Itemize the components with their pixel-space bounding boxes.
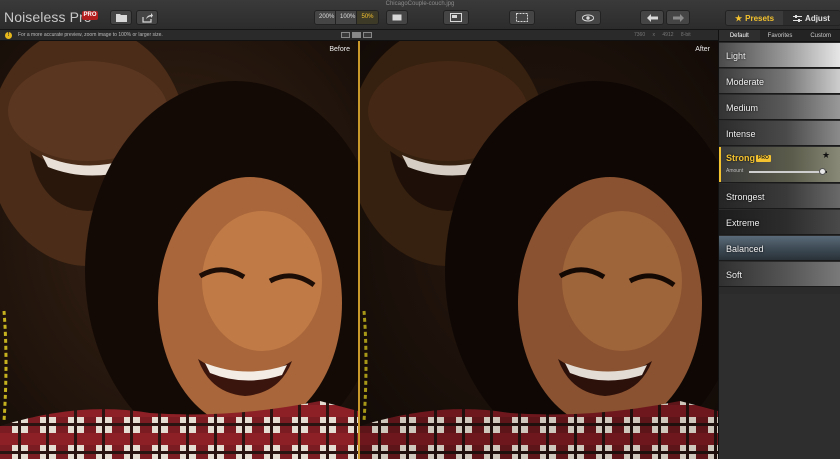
view-mode-switch (341, 32, 372, 38)
amount-slider[interactable] (749, 168, 827, 175)
app-name: Noiseless Pro (4, 9, 92, 25)
amount-slider-thumb[interactable] (819, 168, 827, 175)
preset-name: Medium (726, 103, 759, 113)
preset-balanced[interactable]: Balanced (719, 236, 840, 261)
panel-switch: ★ Presets Adjust (725, 10, 840, 26)
bit-depth: 8-bit (680, 32, 691, 38)
image-dimensions: 7360 x 4912 (634, 32, 674, 38)
amount-label: Amount (726, 168, 744, 174)
preset-extreme[interactable]: Extreme (719, 210, 840, 235)
tab-favorites[interactable]: Favorites (760, 30, 801, 41)
presets-panel: Default Favorites Custom Light Moderate … (718, 30, 840, 459)
preset-name: Strongest (726, 192, 765, 202)
info-icon: ! (5, 32, 12, 39)
share-icon (141, 12, 153, 23)
zoom-hint: For a more accurate preview, zoom image … (18, 32, 163, 38)
fit-screen-icon (392, 14, 402, 21)
undo-button[interactable] (640, 10, 664, 25)
zoom-100-button[interactable]: 100% (336, 11, 357, 24)
star-icon: ★ (734, 13, 743, 23)
preset-strong[interactable]: Strong PRO ★ Amount (719, 147, 840, 183)
open-folder-icon (115, 14, 127, 22)
before-label: Before (329, 46, 350, 53)
undo-icon (646, 13, 658, 22)
split-compare-icon[interactable] (363, 32, 372, 38)
preview-eye-button[interactable] (575, 10, 601, 25)
amount-slider-fill (749, 171, 824, 173)
side-by-side-icon[interactable] (352, 32, 361, 38)
preset-name: Strong (726, 153, 755, 163)
fit-screen-button[interactable] (386, 10, 408, 25)
before-preview[interactable]: Before (0, 41, 358, 459)
title-bar: ChicagoCouple-couch.jpg Noiseless Pro PR… (0, 0, 840, 30)
preset-medium[interactable]: Medium (719, 95, 840, 120)
pro-badge: PRO (82, 11, 98, 20)
preset-strongest[interactable]: Strongest (719, 184, 840, 209)
split-view-button[interactable] (443, 10, 469, 25)
zoom-200-button[interactable]: 200% (315, 11, 336, 24)
image-info: 7360 x 4912 8-bit (634, 32, 691, 38)
preset-name: Extreme (726, 218, 760, 228)
preset-intense[interactable]: Intense (719, 121, 840, 146)
after-preview[interactable]: After (360, 41, 718, 459)
sliders-icon (793, 14, 803, 22)
preset-name: Soft (726, 270, 743, 280)
info-bar: ! For a more accurate preview, zoom imag… (0, 30, 718, 41)
open-folder-button[interactable] (110, 10, 132, 25)
adjust-toggle[interactable]: Adjust (783, 11, 840, 25)
photo-after (360, 41, 718, 459)
after-label: After (695, 46, 710, 53)
single-view-icon[interactable] (341, 32, 350, 38)
zoom-50-button[interactable]: 50% (357, 11, 378, 24)
adjust-label: Adjust (805, 13, 830, 23)
photo-before (0, 41, 358, 459)
presets-toggle[interactable]: ★ Presets (726, 11, 783, 25)
fullscreen-button[interactable] (509, 10, 535, 25)
pro-tag: PRO (756, 155, 771, 162)
tab-default[interactable]: Default (719, 30, 760, 41)
preset-soft[interactable]: Soft (719, 262, 840, 287)
preset-light[interactable]: Light (719, 43, 840, 68)
preset-tabs: Default Favorites Custom (719, 30, 840, 42)
document-title: ChicagoCouple-couch.jpg (385, 1, 455, 7)
redo-button[interactable] (666, 10, 690, 25)
preset-name: Moderate (726, 77, 765, 87)
zoom-control: 200% 100% 50% (314, 10, 379, 25)
preset-name: Light (726, 51, 746, 61)
split-view-icon (450, 13, 462, 22)
redo-icon (672, 13, 684, 22)
preset-name: Intense (726, 129, 756, 139)
share-button[interactable] (136, 10, 158, 25)
preset-name: Balanced (726, 244, 764, 254)
selection-accent (719, 147, 721, 182)
favorite-star-icon[interactable]: ★ (822, 150, 830, 161)
tab-custom[interactable]: Custom (800, 30, 840, 41)
panel-empty-area (719, 294, 840, 459)
preset-moderate[interactable]: Moderate (719, 69, 840, 94)
fullscreen-icon (516, 13, 528, 22)
presets-label: Presets (745, 13, 775, 23)
preview-eye-icon (582, 14, 594, 21)
